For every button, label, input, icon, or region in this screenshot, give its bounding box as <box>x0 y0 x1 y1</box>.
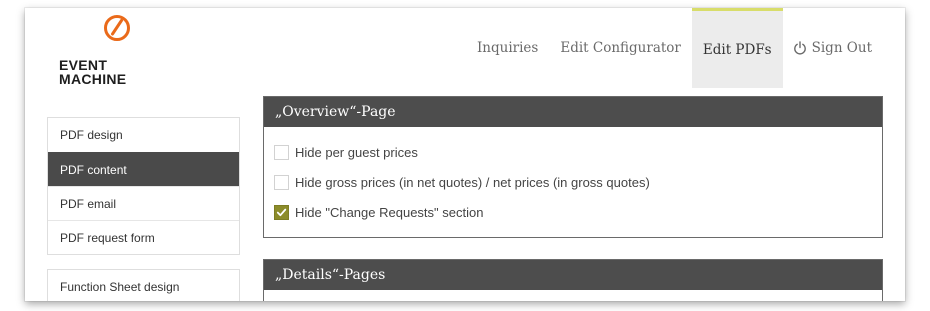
main-nav: Inquiries Edit Configurator Edit PDFs Si… <box>466 8 905 88</box>
checkmark-icon <box>276 208 287 216</box>
option-label: Hide gross prices (in net quotes) / net … <box>295 174 650 190</box>
sidebar-item-function-sheet-design[interactable]: Function Sheet design <box>48 270 239 301</box>
nav-edit-pdfs[interactable]: Edit PDFs <box>691 8 783 88</box>
sign-out-button[interactable]: Sign Out <box>783 8 905 88</box>
overview-page-panel: „Overview“-Page Hide per guest prices Hi… <box>263 96 883 238</box>
details-panel-title: „Details“-Pages <box>264 260 882 290</box>
sidebar-pdf-menu: PDF design PDF content PDF email PDF req… <box>47 117 240 255</box>
option-hide-change-requests[interactable]: Hide "Change Requests" section <box>274 197 882 227</box>
sign-out-label: Sign Out <box>811 40 872 56</box>
option-label: Hide "Change Requests" section <box>295 204 484 220</box>
power-icon <box>793 41 806 55</box>
top-header: EVENT MACHINE Inquiries Edit Configurato… <box>25 8 905 96</box>
nav-edit-configurator[interactable]: Edit Configurator <box>549 8 692 88</box>
event-machine-logo[interactable]: EVENT MACHINE <box>59 14 179 94</box>
logo-line-2: MACHINE <box>59 71 127 87</box>
checkbox-hide-change-requests[interactable] <box>274 204 289 220</box>
app-window: EVENT MACHINE Inquiries Edit Configurato… <box>25 8 905 301</box>
sidebar-item-pdf-design[interactable]: PDF design <box>48 118 239 152</box>
option-label: Hide per guest prices <box>295 144 418 160</box>
logo-wordmark: EVENT MACHINE <box>59 58 126 86</box>
details-pages-panel: „Details“-Pages <box>263 259 883 301</box>
checkbox-hide-per-guest-prices[interactable] <box>274 144 289 160</box>
logo-line-1: EVENT <box>59 57 108 73</box>
overview-panel-title: „Overview“-Page <box>264 97 882 127</box>
nav-inquiries[interactable]: Inquiries <box>466 8 549 88</box>
sidebar-function-sheet-menu: Function Sheet design <box>47 269 240 301</box>
option-hide-gross-net-prices[interactable]: Hide gross prices (in net quotes) / net … <box>274 167 882 197</box>
overview-options: Hide per guest prices Hide gross prices … <box>264 127 882 227</box>
sidebar-item-pdf-request-form[interactable]: PDF request form <box>48 220 239 254</box>
sidebar-item-pdf-content[interactable]: PDF content <box>48 152 239 186</box>
option-hide-per-guest-prices[interactable]: Hide per guest prices <box>274 137 882 167</box>
sidebar-item-pdf-email[interactable]: PDF email <box>48 186 239 220</box>
checkbox-hide-gross-net-prices[interactable] <box>274 174 289 190</box>
logo-mark-icon <box>104 15 130 41</box>
